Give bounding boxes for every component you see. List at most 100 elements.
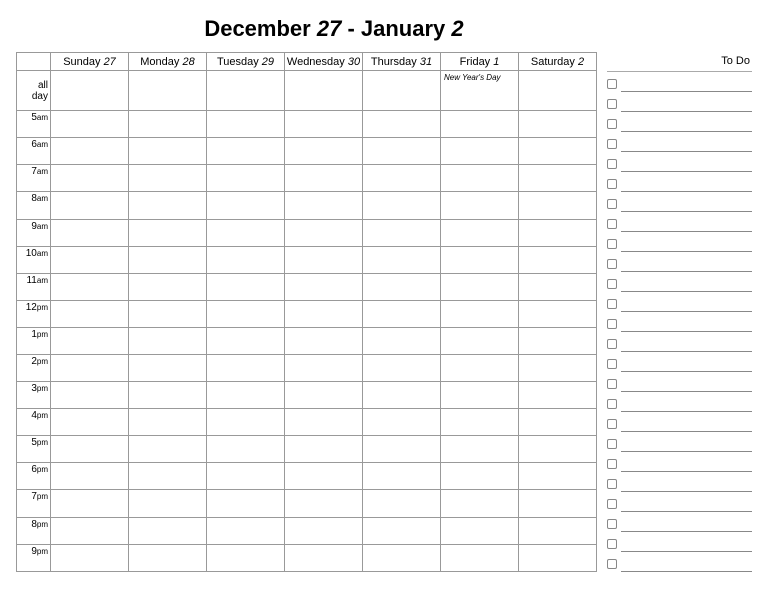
todo-checkbox[interactable] <box>607 199 617 209</box>
hour-cell[interactable] <box>129 246 207 273</box>
allday-cell[interactable] <box>129 71 207 111</box>
hour-cell[interactable] <box>207 382 285 409</box>
hour-cell[interactable] <box>441 219 519 246</box>
hour-cell[interactable] <box>207 327 285 354</box>
todo-line[interactable] <box>621 352 752 372</box>
hour-cell[interactable] <box>519 409 597 436</box>
hour-cell[interactable] <box>207 111 285 138</box>
todo-checkbox[interactable] <box>607 259 617 269</box>
todo-checkbox[interactable] <box>607 459 617 469</box>
allday-cell[interactable] <box>207 71 285 111</box>
hour-cell[interactable] <box>441 355 519 382</box>
hour-cell[interactable] <box>207 246 285 273</box>
hour-cell[interactable] <box>129 517 207 544</box>
hour-cell[interactable] <box>441 436 519 463</box>
todo-line[interactable] <box>621 72 752 92</box>
hour-cell[interactable] <box>285 355 363 382</box>
todo-checkbox[interactable] <box>607 339 617 349</box>
todo-line[interactable] <box>621 372 752 392</box>
hour-cell[interactable] <box>285 165 363 192</box>
todo-checkbox[interactable] <box>607 479 617 489</box>
hour-cell[interactable] <box>129 463 207 490</box>
hour-cell[interactable] <box>207 300 285 327</box>
hour-cell[interactable] <box>519 192 597 219</box>
hour-cell[interactable] <box>129 490 207 517</box>
allday-cell[interactable] <box>519 71 597 111</box>
todo-line[interactable] <box>621 332 752 352</box>
todo-line[interactable] <box>621 92 752 112</box>
hour-cell[interactable] <box>519 490 597 517</box>
hour-cell[interactable] <box>363 463 441 490</box>
hour-cell[interactable] <box>519 165 597 192</box>
hour-cell[interactable] <box>285 517 363 544</box>
hour-cell[interactable] <box>51 382 129 409</box>
hour-cell[interactable] <box>363 111 441 138</box>
hour-cell[interactable] <box>363 490 441 517</box>
hour-cell[interactable] <box>519 300 597 327</box>
todo-line[interactable] <box>621 292 752 312</box>
hour-cell[interactable] <box>207 192 285 219</box>
hour-cell[interactable] <box>519 382 597 409</box>
hour-cell[interactable] <box>441 273 519 300</box>
hour-cell[interactable] <box>51 327 129 354</box>
hour-cell[interactable] <box>285 111 363 138</box>
hour-cell[interactable] <box>207 138 285 165</box>
hour-cell[interactable] <box>519 246 597 273</box>
hour-cell[interactable] <box>441 192 519 219</box>
todo-checkbox[interactable] <box>607 279 617 289</box>
todo-line[interactable] <box>621 392 752 412</box>
hour-cell[interactable] <box>51 355 129 382</box>
hour-cell[interactable] <box>51 300 129 327</box>
todo-checkbox[interactable] <box>607 359 617 369</box>
hour-cell[interactable] <box>441 463 519 490</box>
hour-cell[interactable] <box>285 219 363 246</box>
todo-checkbox[interactable] <box>607 499 617 509</box>
todo-checkbox[interactable] <box>607 439 617 449</box>
hour-cell[interactable] <box>129 544 207 571</box>
hour-cell[interactable] <box>519 111 597 138</box>
hour-cell[interactable] <box>519 327 597 354</box>
hour-cell[interactable] <box>207 436 285 463</box>
hour-cell[interactable] <box>129 273 207 300</box>
hour-cell[interactable] <box>51 246 129 273</box>
todo-checkbox[interactable] <box>607 79 617 89</box>
hour-cell[interactable] <box>441 490 519 517</box>
todo-checkbox[interactable] <box>607 399 617 409</box>
allday-cell[interactable] <box>363 71 441 111</box>
todo-line[interactable] <box>621 312 752 332</box>
hour-cell[interactable] <box>363 436 441 463</box>
todo-line[interactable] <box>621 472 752 492</box>
hour-cell[interactable] <box>363 138 441 165</box>
hour-cell[interactable] <box>51 436 129 463</box>
todo-checkbox[interactable] <box>607 379 617 389</box>
hour-cell[interactable] <box>285 246 363 273</box>
todo-checkbox[interactable] <box>607 319 617 329</box>
hour-cell[interactable] <box>51 165 129 192</box>
todo-checkbox[interactable] <box>607 99 617 109</box>
hour-cell[interactable] <box>285 327 363 354</box>
hour-cell[interactable] <box>129 355 207 382</box>
hour-cell[interactable] <box>207 273 285 300</box>
hour-cell[interactable] <box>51 138 129 165</box>
hour-cell[interactable] <box>519 138 597 165</box>
hour-cell[interactable] <box>519 463 597 490</box>
hour-cell[interactable] <box>129 138 207 165</box>
hour-cell[interactable] <box>207 219 285 246</box>
hour-cell[interactable] <box>285 544 363 571</box>
hour-cell[interactable] <box>51 192 129 219</box>
hour-cell[interactable] <box>285 273 363 300</box>
hour-cell[interactable] <box>207 409 285 436</box>
todo-line[interactable] <box>621 452 752 472</box>
hour-cell[interactable] <box>519 517 597 544</box>
hour-cell[interactable] <box>363 355 441 382</box>
hour-cell[interactable] <box>441 517 519 544</box>
hour-cell[interactable] <box>207 490 285 517</box>
hour-cell[interactable] <box>207 517 285 544</box>
hour-cell[interactable] <box>363 544 441 571</box>
todo-checkbox[interactable] <box>607 419 617 429</box>
hour-cell[interactable] <box>129 219 207 246</box>
allday-cell[interactable] <box>51 71 129 111</box>
todo-line[interactable] <box>621 532 752 552</box>
hour-cell[interactable] <box>363 327 441 354</box>
todo-line[interactable] <box>621 512 752 532</box>
